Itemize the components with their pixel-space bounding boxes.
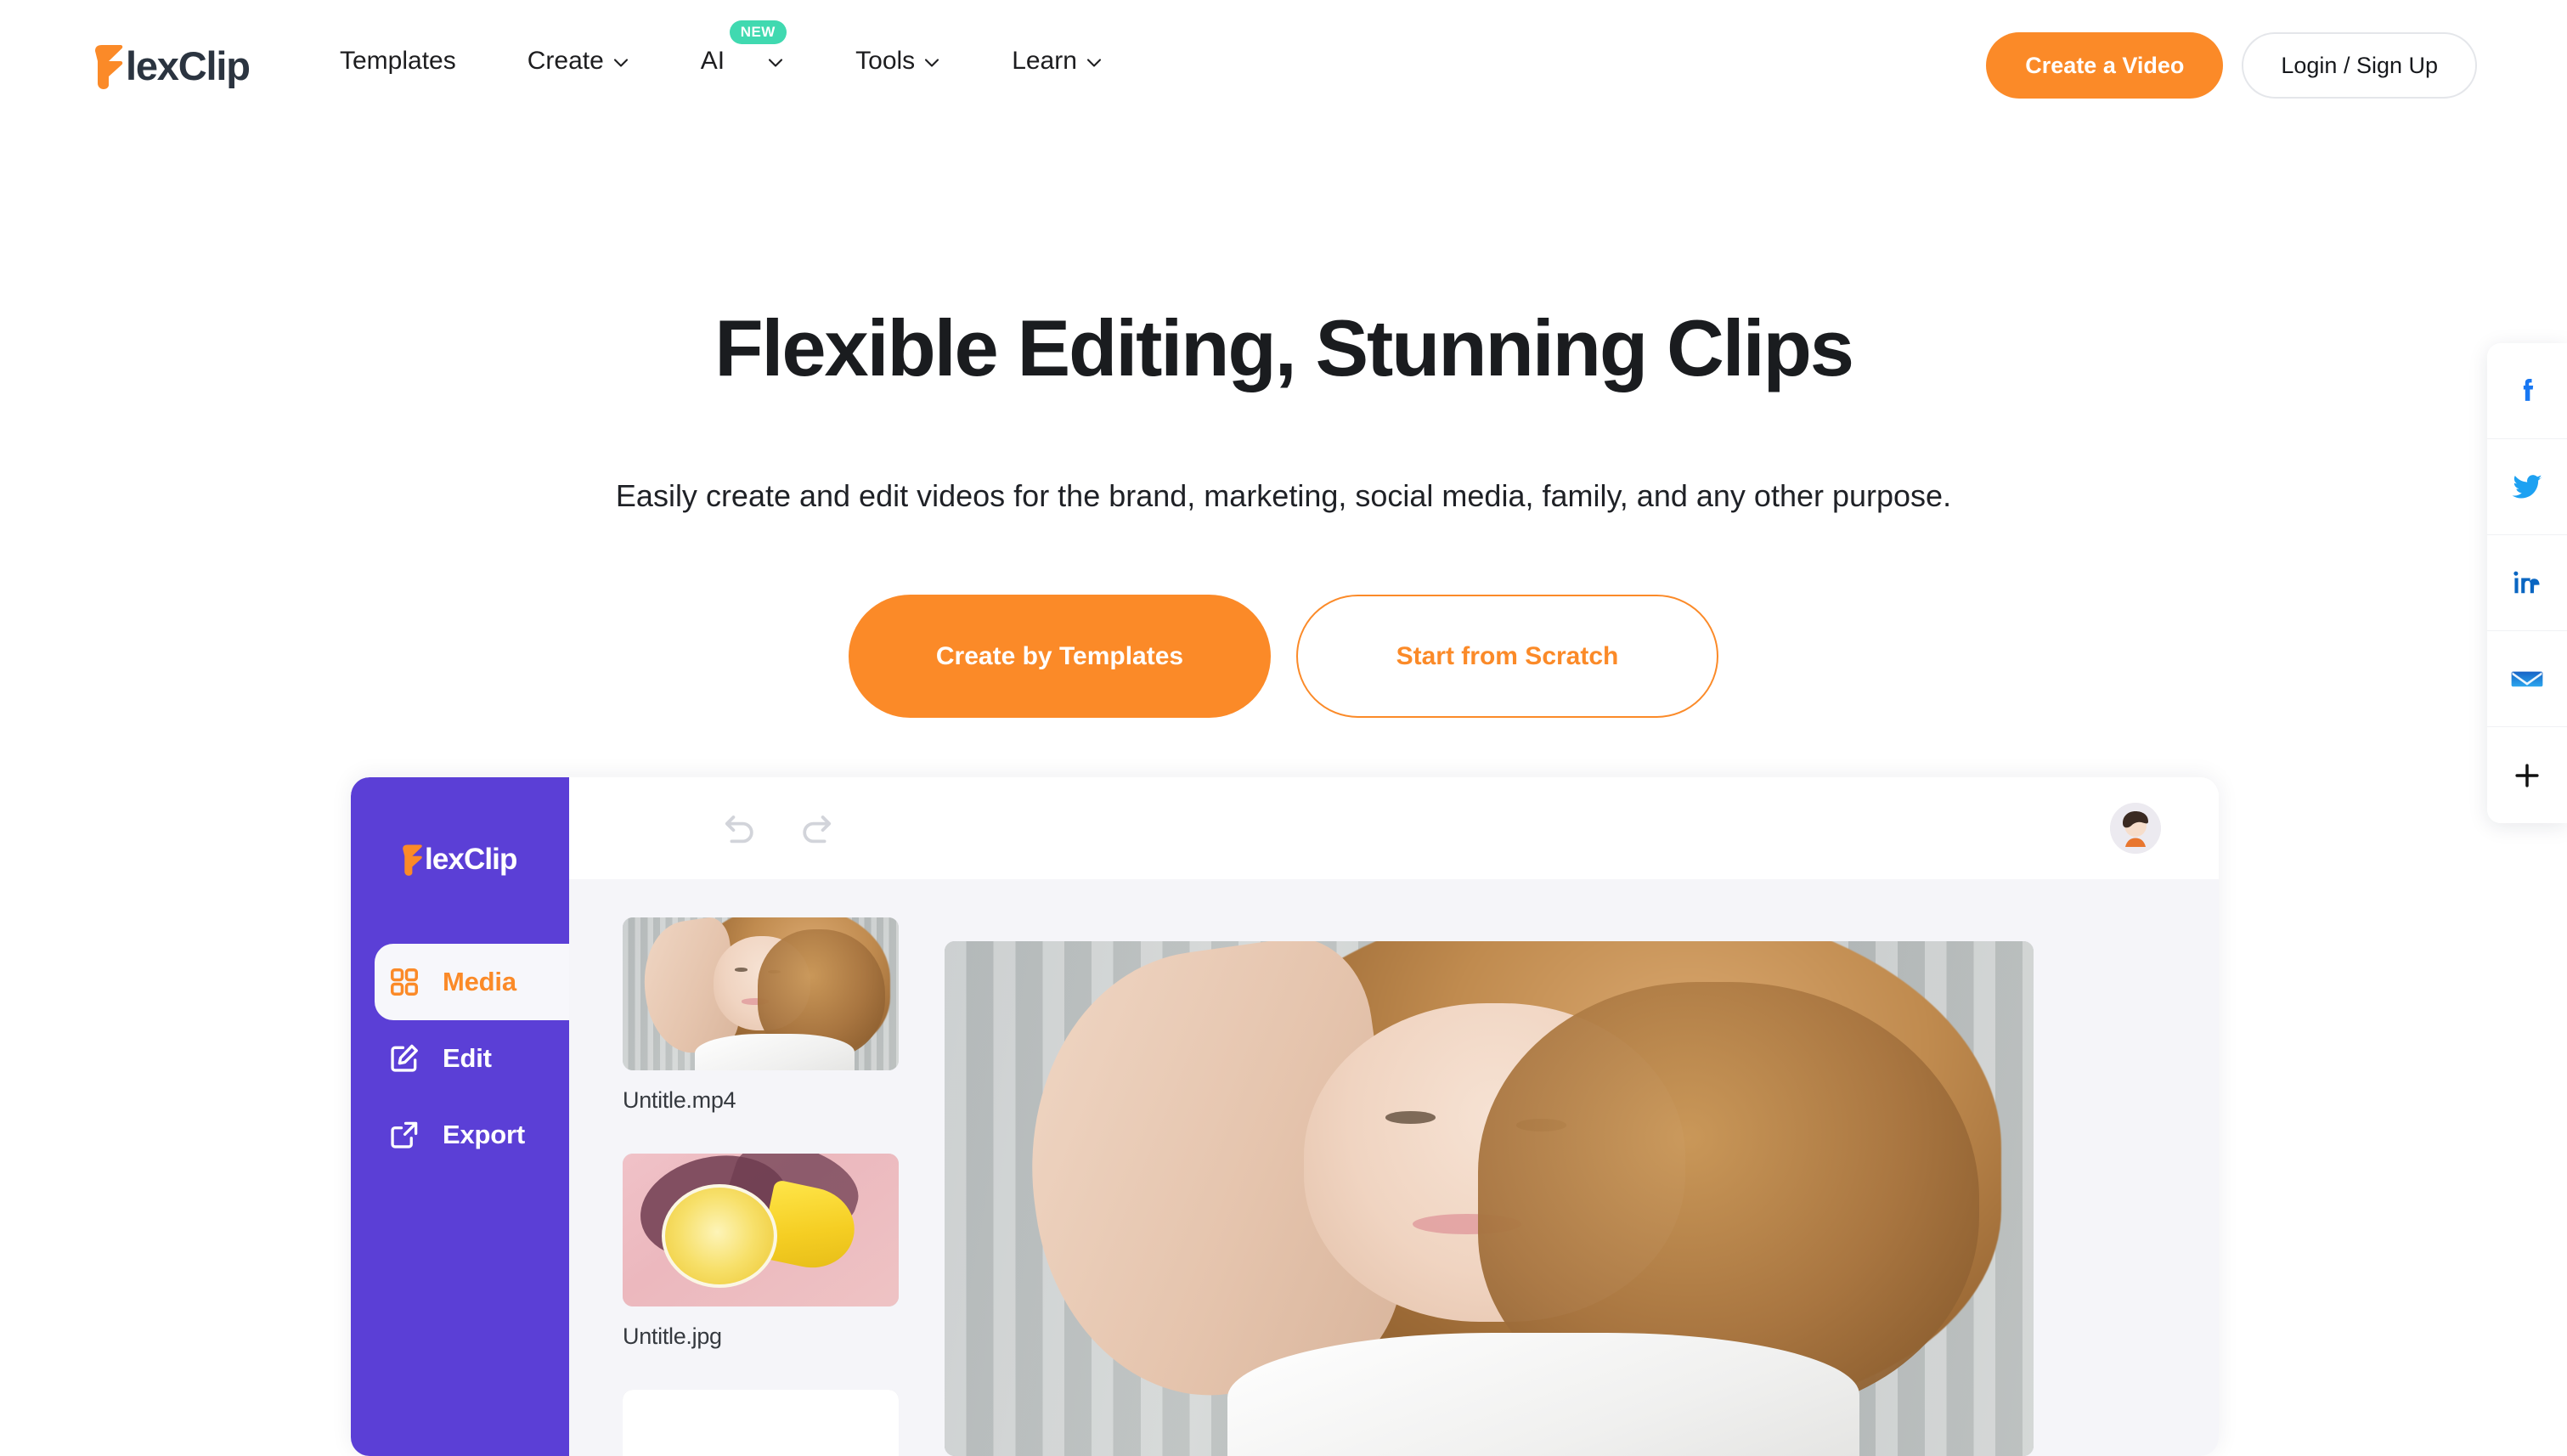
export-arrow-icon <box>386 1117 422 1153</box>
media-item-caption: Untitle.mp4 <box>623 1087 736 1113</box>
page-title: Flexible Editing, Stunning Clips <box>714 303 1854 392</box>
nav-label: Tools <box>855 47 916 75</box>
pencil-square-icon <box>386 1041 422 1076</box>
sidebar-item-label: Edit <box>443 1043 492 1073</box>
editor-logo-text: lexClip <box>425 843 517 876</box>
preview-stage <box>915 879 2219 1456</box>
grid-icon <box>386 964 422 1000</box>
start-from-scratch-button[interactable]: Start from Scratch <box>1296 595 1718 718</box>
site-header: lexClip Templates Create NEW AI Tools Le… <box>0 0 2567 140</box>
editor-body: Untitle.mp4 Untitle.jpg <box>569 879 2219 1456</box>
chevron-down-icon <box>612 54 629 71</box>
sidebar-item-label: Export <box>443 1120 525 1149</box>
plus-icon <box>2511 759 2543 792</box>
media-list-item[interactable] <box>623 1390 899 1456</box>
nav-item-create[interactable]: Create <box>528 44 629 78</box>
nav-label: AI <box>700 47 725 75</box>
linkedin-icon <box>2511 567 2543 599</box>
media-item-caption: Untitle.jpg <box>623 1323 722 1349</box>
sidebar-item-edit[interactable]: Edit <box>351 1020 569 1097</box>
login-signup-button[interactable]: Login / Sign Up <box>2242 32 2477 99</box>
nav-item-tools[interactable]: Tools <box>855 44 940 78</box>
chevron-down-icon <box>767 54 784 71</box>
editor-mockup: lexClip Media Edit Export Untitle.mp4 Un… <box>351 777 2219 1456</box>
redo-icon[interactable] <box>792 804 841 853</box>
facebook-icon <box>2510 374 2544 408</box>
nav-label: Templates <box>340 47 456 75</box>
nav-item-ai[interactable]: NEW AI <box>700 20 787 78</box>
media-panel: Untitle.mp4 Untitle.jpg <box>569 879 915 1456</box>
media-list-item[interactable]: Untitle.jpg <box>623 1154 899 1350</box>
undo-icon[interactable] <box>715 804 764 853</box>
share-email-button[interactable] <box>2487 631 2567 727</box>
share-twitter-button[interactable] <box>2487 439 2567 535</box>
media-thumbnail-portrait <box>623 917 899 1070</box>
editor-sidebar-nav: Media Edit Export <box>351 944 569 1173</box>
header-actions: Create a Video Login / Sign Up <box>1986 32 2477 99</box>
media-thumbnail-waveform <box>623 1390 899 1456</box>
avatar[interactable] <box>2110 803 2161 854</box>
sidebar-item-export[interactable]: Export <box>351 1097 569 1173</box>
chevron-down-icon <box>923 54 940 71</box>
social-share-rail <box>2487 343 2567 823</box>
media-list-item[interactable]: Untitle.mp4 <box>623 917 899 1114</box>
twitter-icon <box>2509 469 2545 505</box>
preview-canvas[interactable] <box>945 941 2034 1456</box>
nav-item-learn[interactable]: Learn <box>1012 44 1103 78</box>
editor-toolbar <box>569 777 2219 879</box>
nav-item-templates[interactable]: Templates <box>340 44 456 78</box>
sidebar-item-media[interactable]: Media <box>375 944 569 1020</box>
media-thumbnail-lemons <box>623 1154 899 1306</box>
flexclip-f-mark-icon <box>399 843 423 877</box>
share-linkedin-button[interactable] <box>2487 535 2567 631</box>
page-root: lexClip Templates Create NEW AI Tools Le… <box>0 0 2567 1456</box>
share-facebook-button[interactable] <box>2487 343 2567 439</box>
create-by-templates-button[interactable]: Create by Templates <box>849 595 1271 718</box>
new-badge: NEW <box>729 20 787 44</box>
chevron-down-icon <box>1086 54 1103 71</box>
email-icon <box>2509 661 2545 697</box>
site-logo[interactable]: lexClip <box>90 41 251 92</box>
hero-subtitle: Easily create and edit videos for the br… <box>615 478 1952 513</box>
create-a-video-button[interactable]: Create a Video <box>1986 32 2224 99</box>
sidebar-item-label: Media <box>443 967 516 996</box>
nav-label: Learn <box>1012 47 1077 75</box>
hero-cta-group: Create by Templates Start from Scratch <box>0 595 2567 718</box>
main-navigation: Templates Create NEW AI Tools Learn <box>340 20 1103 78</box>
share-more-button[interactable] <box>2487 727 2567 823</box>
flexclip-f-mark-icon <box>90 42 124 90</box>
site-logo-text: lexClip <box>126 43 251 88</box>
nav-label: Create <box>527 47 604 75</box>
editor-sidebar: lexClip Media Edit Export <box>351 777 569 1456</box>
editor-logo: lexClip <box>399 841 517 878</box>
